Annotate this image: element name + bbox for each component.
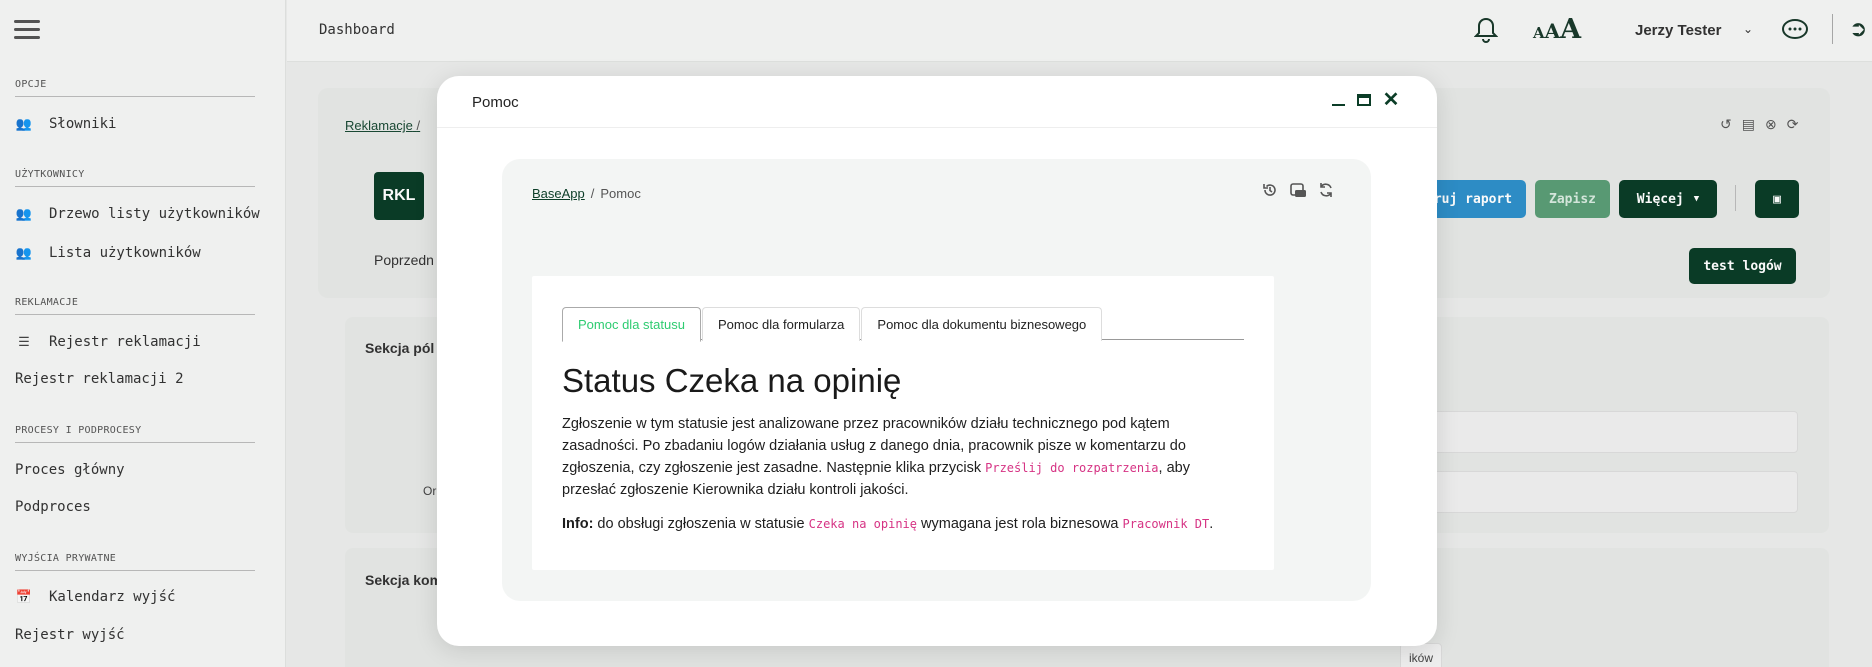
help-tabs: Pomoc dla statusu Pomoc dla formularza P… (562, 307, 1244, 342)
status-heading: Status Czeka na opinię (562, 362, 902, 399)
status-info: Info: do obsługi zgłoszenia w statusie C… (562, 516, 1214, 532)
refresh-icon[interactable] (1317, 181, 1335, 199)
tab-status-help[interactable]: Pomoc dla statusu (562, 307, 701, 342)
breadcrumb: BaseApp / Pomoc (532, 186, 641, 201)
status-description: Zgłoszenie w tym statusie jest analizowa… (562, 416, 1190, 498)
breadcrumb-current: Pomoc (600, 186, 641, 201)
scroll-icon[interactable] (1289, 181, 1307, 199)
minimize-button[interactable] (1326, 88, 1350, 112)
help-modal: Pomoc ✕ BaseApp / Pomoc Pomoc dla statusu … (437, 76, 1437, 646)
maximize-icon (1357, 94, 1371, 106)
minimize-icon (1331, 103, 1345, 107)
help-content-card: Pomoc dla statusu Pomoc dla formularza P… (532, 276, 1274, 570)
help-panel: BaseApp / Pomoc Pomoc dla statusu Pomoc dl… (502, 159, 1371, 601)
forward-action-code: Prześlij do rozpatrzenia (985, 461, 1159, 475)
modal-title: Pomoc (472, 94, 519, 111)
status-code: Czeka na opinię (808, 517, 917, 531)
role-code: Pracownik DT (1122, 517, 1210, 531)
maximize-button[interactable] (1352, 88, 1376, 112)
breadcrumb-baseapp-link[interactable]: BaseApp (532, 186, 585, 201)
help-toolbar-icons (1261, 181, 1335, 199)
info-label: Info: (562, 516, 594, 532)
tab-form-help[interactable]: Pomoc dla formularza (701, 307, 861, 341)
breadcrumb-separator: / (590, 186, 595, 201)
close-button[interactable]: ✕ (1379, 88, 1403, 112)
tab-business-document-help[interactable]: Pomoc dla dokumentu biznesowego (861, 307, 1103, 341)
modal-header: Pomoc ✕ (437, 76, 1437, 128)
history-icon[interactable] (1261, 181, 1279, 199)
close-icon: ✕ (1382, 89, 1400, 111)
